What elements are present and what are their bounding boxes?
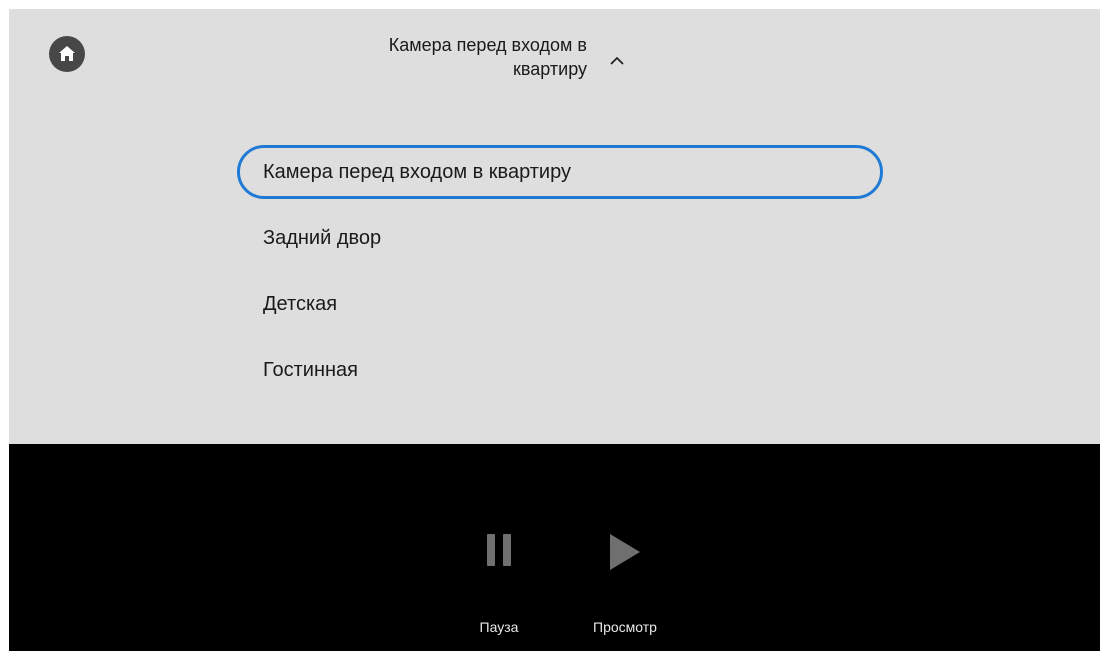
camera-selector-title: Камера перед входом в квартиру — [388, 35, 587, 79]
camera-list: Камера перед входом в квартиру Задний дв… — [237, 145, 883, 403]
pause-label: Пауза — [479, 619, 519, 635]
app-window: Камера перед входом в квартиру Камера пе… — [9, 9, 1100, 651]
home-button[interactable] — [49, 36, 85, 72]
camera-option-nursery[interactable]: Детская — [237, 271, 883, 337]
play-icon — [610, 534, 640, 570]
camera-option-label: Задний двор — [263, 226, 382, 249]
camera-option-label: Детская — [263, 292, 338, 315]
camera-selector-dropdown[interactable]: Камера перед входом в квартиру — [309, 33, 629, 93]
pause-icon — [487, 534, 511, 566]
camera-option-backyard[interactable]: Задний двор — [237, 205, 883, 271]
camera-option-label: Камера перед входом в квартиру — [263, 160, 571, 183]
video-area: Пауза Просмотр — [9, 444, 1100, 651]
chevron-up-icon — [610, 56, 624, 65]
camera-option-entrance[interactable]: Камера перед входом в квартиру — [237, 145, 883, 199]
camera-option-living-room[interactable]: Гостинная — [237, 337, 883, 403]
home-icon — [59, 46, 75, 61]
play-label: Просмотр — [593, 619, 657, 635]
play-button[interactable]: Просмотр — [575, 444, 675, 651]
pause-button[interactable]: Пауза — [469, 444, 529, 651]
camera-option-label: Гостинная — [263, 358, 358, 381]
